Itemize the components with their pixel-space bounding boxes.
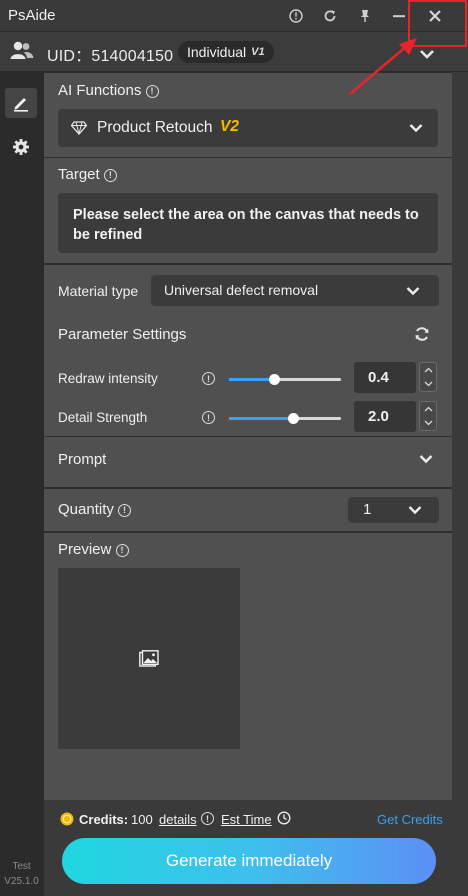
target-message: Please select the area on the canvas tha… [73, 207, 419, 243]
redraw-slider[interactable] [229, 374, 341, 385]
ai-function-selected: Product Retouch [97, 119, 213, 136]
parameter-settings-label: Parameter Settings [58, 326, 187, 343]
target-label: Target ! [58, 166, 117, 183]
credits-details-link[interactable]: details [159, 812, 197, 827]
coin-icon [60, 812, 74, 831]
ai-functions-info-icon[interactable]: ! [145, 84, 159, 98]
generate-button[interactable]: Generate immediately [62, 838, 436, 884]
gear-icon [13, 139, 29, 155]
quantity-value: 1 [363, 501, 372, 518]
users-icon [10, 40, 34, 67]
target-message-box: Please select the area on the canvas tha… [58, 193, 438, 253]
detail-slider[interactable] [229, 413, 341, 424]
detail-slider-thumb[interactable] [287, 413, 299, 424]
increment-icon[interactable] [420, 402, 436, 416]
plan-badge: Individual V1 [178, 41, 274, 63]
parameters-section: Material type Universal defect removal P… [44, 265, 452, 436]
pin-icon[interactable] [355, 6, 375, 26]
refresh-icon[interactable] [320, 6, 340, 26]
version-env: Test [12, 861, 31, 872]
version-number: V25.1.0 [4, 876, 39, 887]
title-bar: PsAide [0, 0, 468, 32]
sidebar: Test V25.1.0 [0, 72, 43, 896]
chevron-down-icon [409, 124, 423, 133]
quantity-label: Quantity ! [58, 501, 132, 518]
reset-parameters-icon[interactable] [414, 326, 430, 347]
get-credits-link[interactable]: Get Credits [377, 812, 443, 827]
minimize-icon[interactable] [389, 6, 409, 26]
material-type-dropdown[interactable]: Universal defect removal [151, 275, 439, 306]
credits-value: 100 [131, 812, 153, 827]
redraw-slider-thumb[interactable] [268, 374, 280, 385]
decrement-icon[interactable] [420, 377, 436, 391]
pencil-icon [14, 98, 28, 112]
prompt-label: Prompt [58, 451, 107, 468]
redraw-stepper[interactable] [419, 362, 437, 392]
est-time-link[interactable]: Est Time [221, 812, 272, 827]
quantity-dropdown[interactable]: 1 [348, 497, 439, 523]
diamond-icon [70, 121, 88, 140]
help-icon[interactable] [286, 6, 306, 26]
detail-info-icon[interactable]: ! [202, 411, 215, 424]
chevron-down-icon [406, 287, 420, 296]
detail-value-input[interactable]: 2.0 [354, 401, 416, 432]
detail-strength-label: Detail Strength [58, 410, 148, 425]
preview-info-icon[interactable]: ! [115, 543, 129, 557]
uid-label: UID：514004150 [47, 48, 174, 65]
target-info-icon[interactable]: ! [103, 168, 117, 182]
preview-canvas[interactable] [58, 568, 240, 749]
preview-label: Preview ! [58, 541, 129, 558]
clock-icon [277, 811, 291, 830]
expand-user-chevron-icon[interactable] [419, 47, 435, 65]
scrollbar-track[interactable] [452, 72, 468, 800]
ai-function-version-badge: V2 [220, 118, 239, 135]
app-title: PsAide [8, 7, 56, 24]
image-placeholder-icon [139, 650, 159, 667]
detail-stepper[interactable] [419, 401, 437, 431]
plan-version: V1 [251, 46, 265, 58]
credits-label: Credits: [79, 812, 129, 827]
redraw-info-icon[interactable]: ! [202, 372, 215, 385]
material-type-label: Material type [58, 283, 139, 299]
prompt-section[interactable]: Prompt [44, 437, 452, 487]
plan-name: Individual [187, 44, 247, 60]
quantity-info-icon[interactable]: ! [118, 503, 132, 517]
sidebar-edit-button[interactable] [5, 88, 37, 118]
sidebar-settings-button[interactable] [5, 132, 37, 162]
quantity-section: Quantity ! 1 [44, 489, 452, 531]
target-section: Target ! Please select the area on the c… [44, 158, 452, 263]
redraw-intensity-label: Redraw intensity [58, 371, 158, 386]
annotation-arrow [349, 38, 417, 95]
preview-section: Preview ! [44, 533, 452, 800]
material-type-selected: Universal defect removal [164, 282, 319, 298]
chevron-down-icon[interactable] [419, 454, 433, 464]
decrement-icon[interactable] [420, 416, 436, 430]
ai-function-dropdown[interactable]: Product Retouch V2 [58, 109, 438, 147]
ai-functions-label: AI Functions ! [58, 82, 159, 99]
increment-icon[interactable] [420, 363, 436, 377]
chevron-down-icon [408, 506, 422, 515]
details-info-icon[interactable]: ! [201, 812, 214, 825]
footer: Credits: 100 details ! Est Time Get Cred… [44, 800, 468, 896]
redraw-value-input[interactable]: 0.4 [354, 362, 416, 393]
